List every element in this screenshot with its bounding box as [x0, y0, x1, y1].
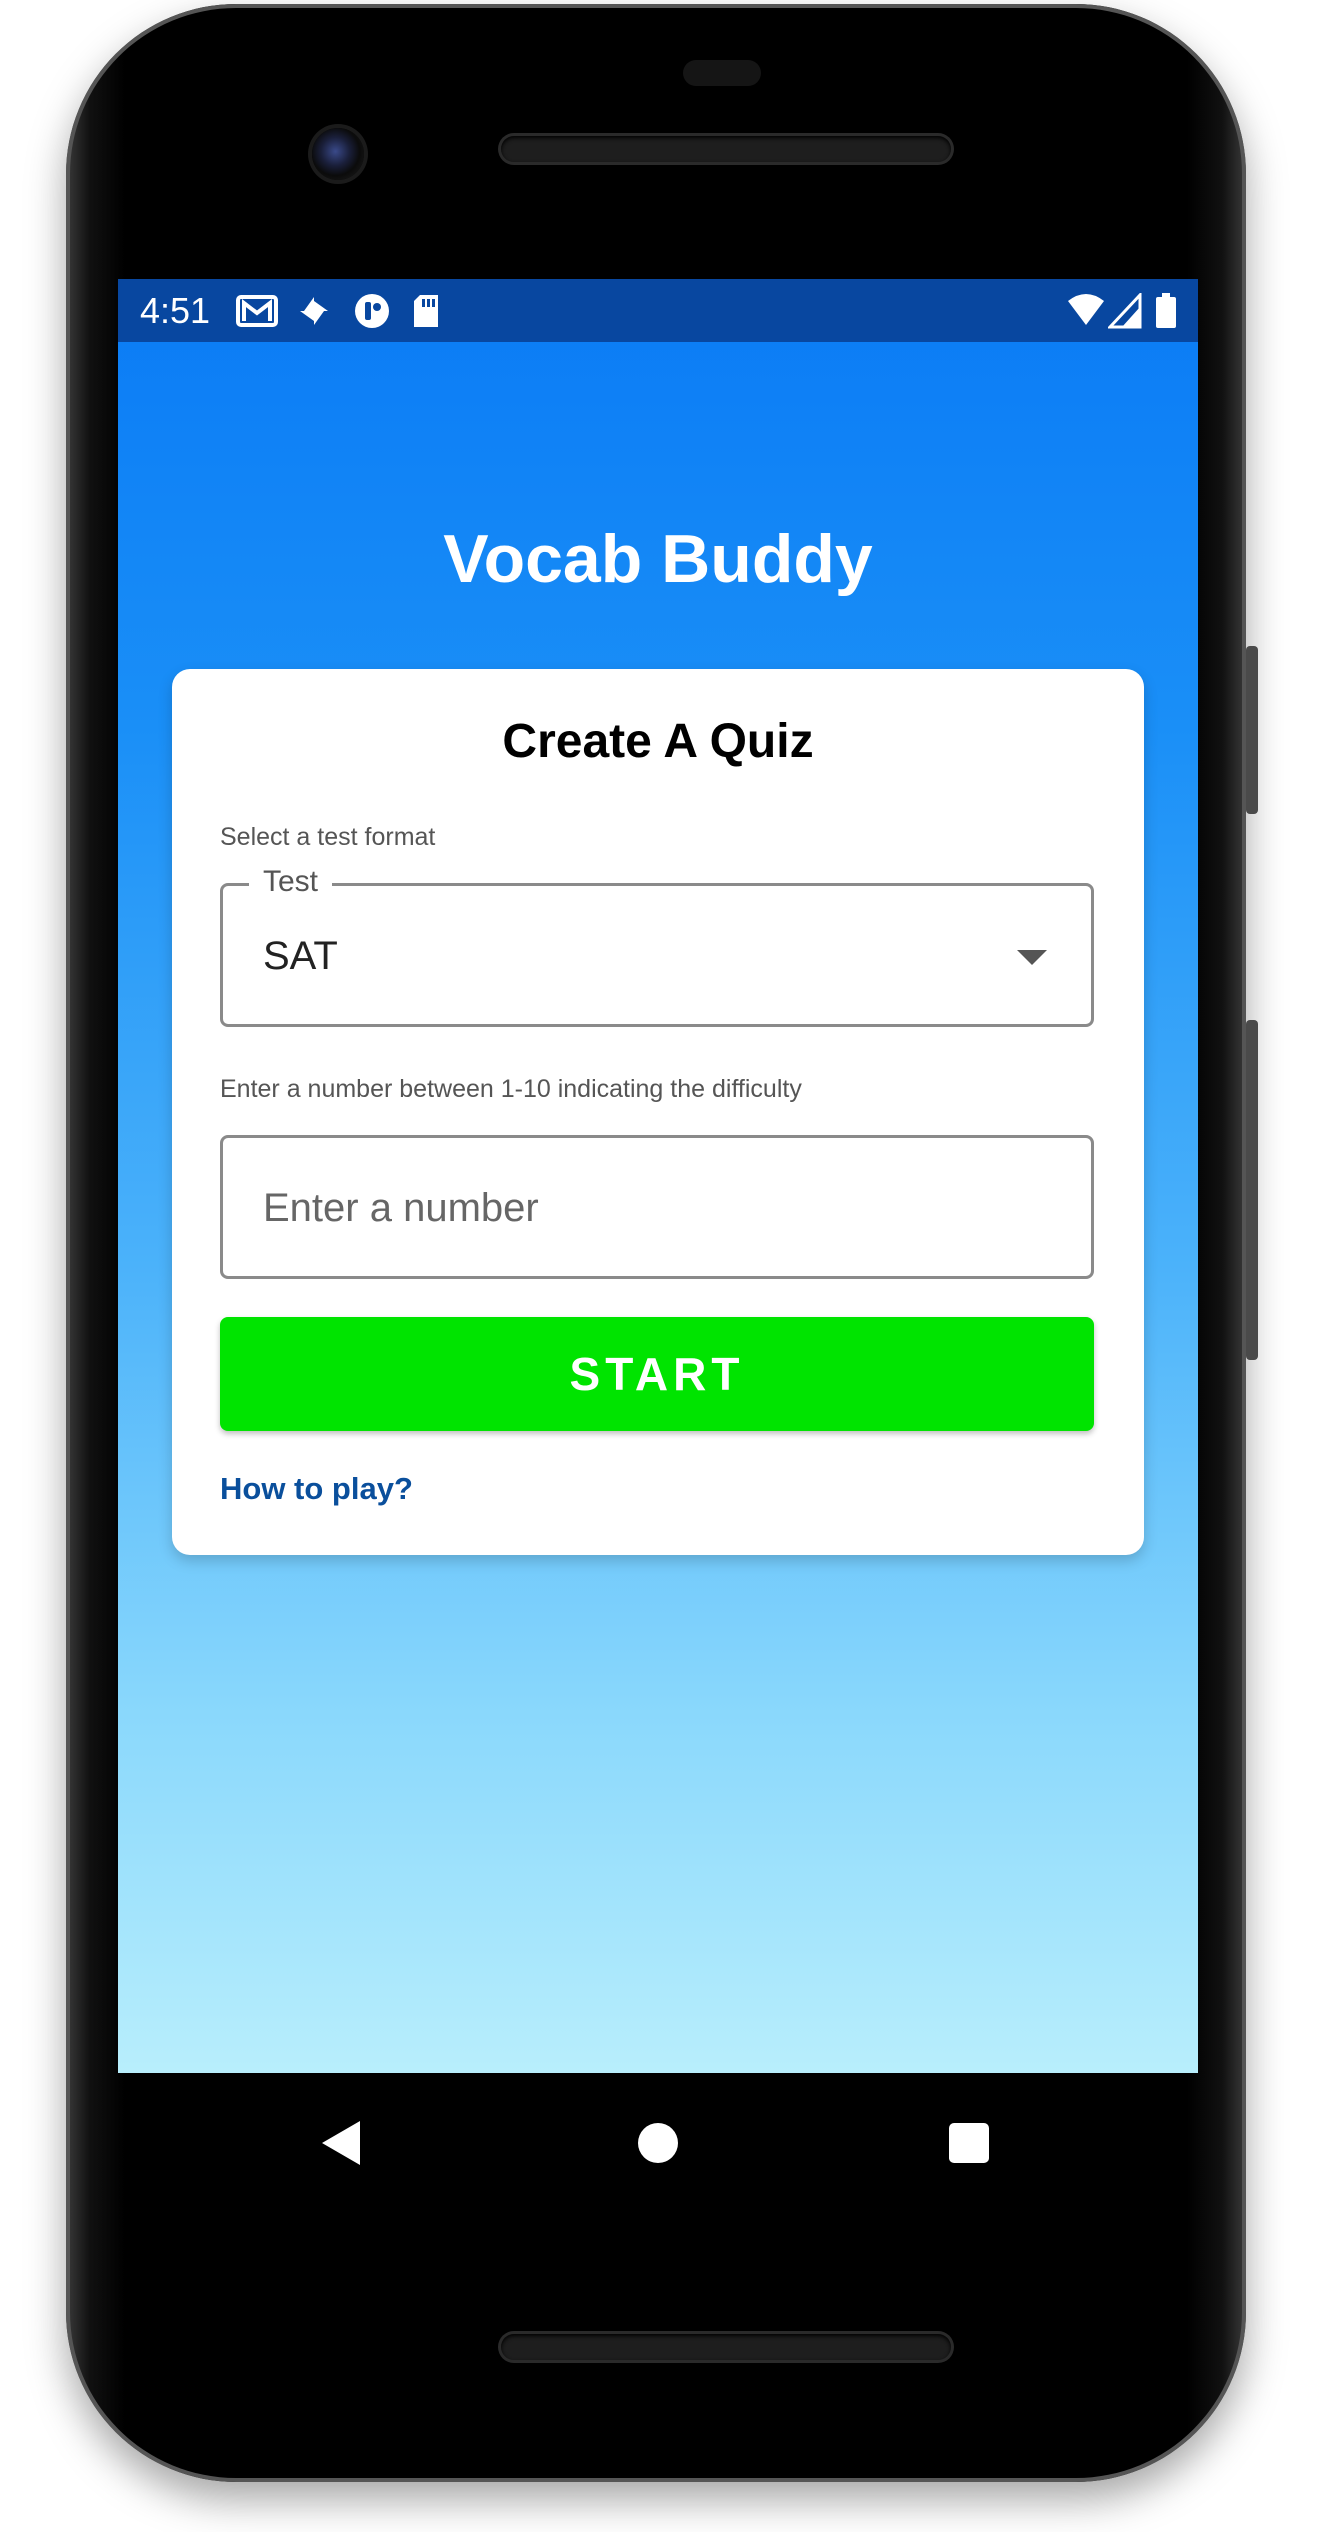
home-icon[interactable] [638, 2123, 678, 2163]
wifi-icon [1068, 294, 1104, 325]
test-format-helper-text: Select a test format [220, 823, 436, 851]
status-bar: 4:51 [118, 279, 1198, 342]
test-format-value: SAT [263, 934, 338, 978]
status-time: 4:51 [140, 290, 211, 331]
card-title: Create A Quiz [502, 715, 814, 768]
back-icon[interactable] [322, 2121, 360, 2165]
how-to-play-link[interactable]: How to play? [220, 1469, 413, 1509]
create-quiz-card: Create A Quiz Select a test format Test … [172, 669, 1144, 1555]
difficulty-field [220, 1135, 1094, 1279]
proximity-sensor [683, 60, 761, 86]
difficulty-input[interactable] [263, 1176, 1043, 1240]
start-button[interactable]: START [220, 1317, 1094, 1431]
app-notification-icon [355, 294, 389, 328]
pinwheel-icon [300, 297, 328, 325]
volume-button [1246, 1020, 1258, 1360]
dropdown-arrow-icon[interactable] [1017, 950, 1047, 965]
power-button [1246, 646, 1258, 814]
bottom-speaker-grille [501, 2334, 951, 2360]
difficulty-helper-text: Enter a number between 1-10 indicating t… [220, 1075, 802, 1103]
battery-icon [1156, 293, 1176, 328]
app-title: Vocab Buddy [443, 521, 873, 597]
test-format-label: Test [249, 864, 333, 900]
cellular-signal-icon [1108, 293, 1142, 329]
navigation-bar [0, 2073, 1330, 2203]
test-format-select[interactable]: Test SAT [220, 864, 1094, 1027]
app-screen: 4:51 Vocab Buddy Create A Quiz Select a … [118, 279, 1198, 2073]
gmail-icon [236, 295, 278, 327]
device-mockup: 4:51 Vocab Buddy Create A Quiz Select a … [0, 0, 1330, 2532]
sd-card-icon [414, 295, 438, 327]
top-speaker-grille [501, 136, 951, 162]
front-camera-icon [312, 128, 364, 180]
recents-icon[interactable] [949, 2123, 989, 2163]
